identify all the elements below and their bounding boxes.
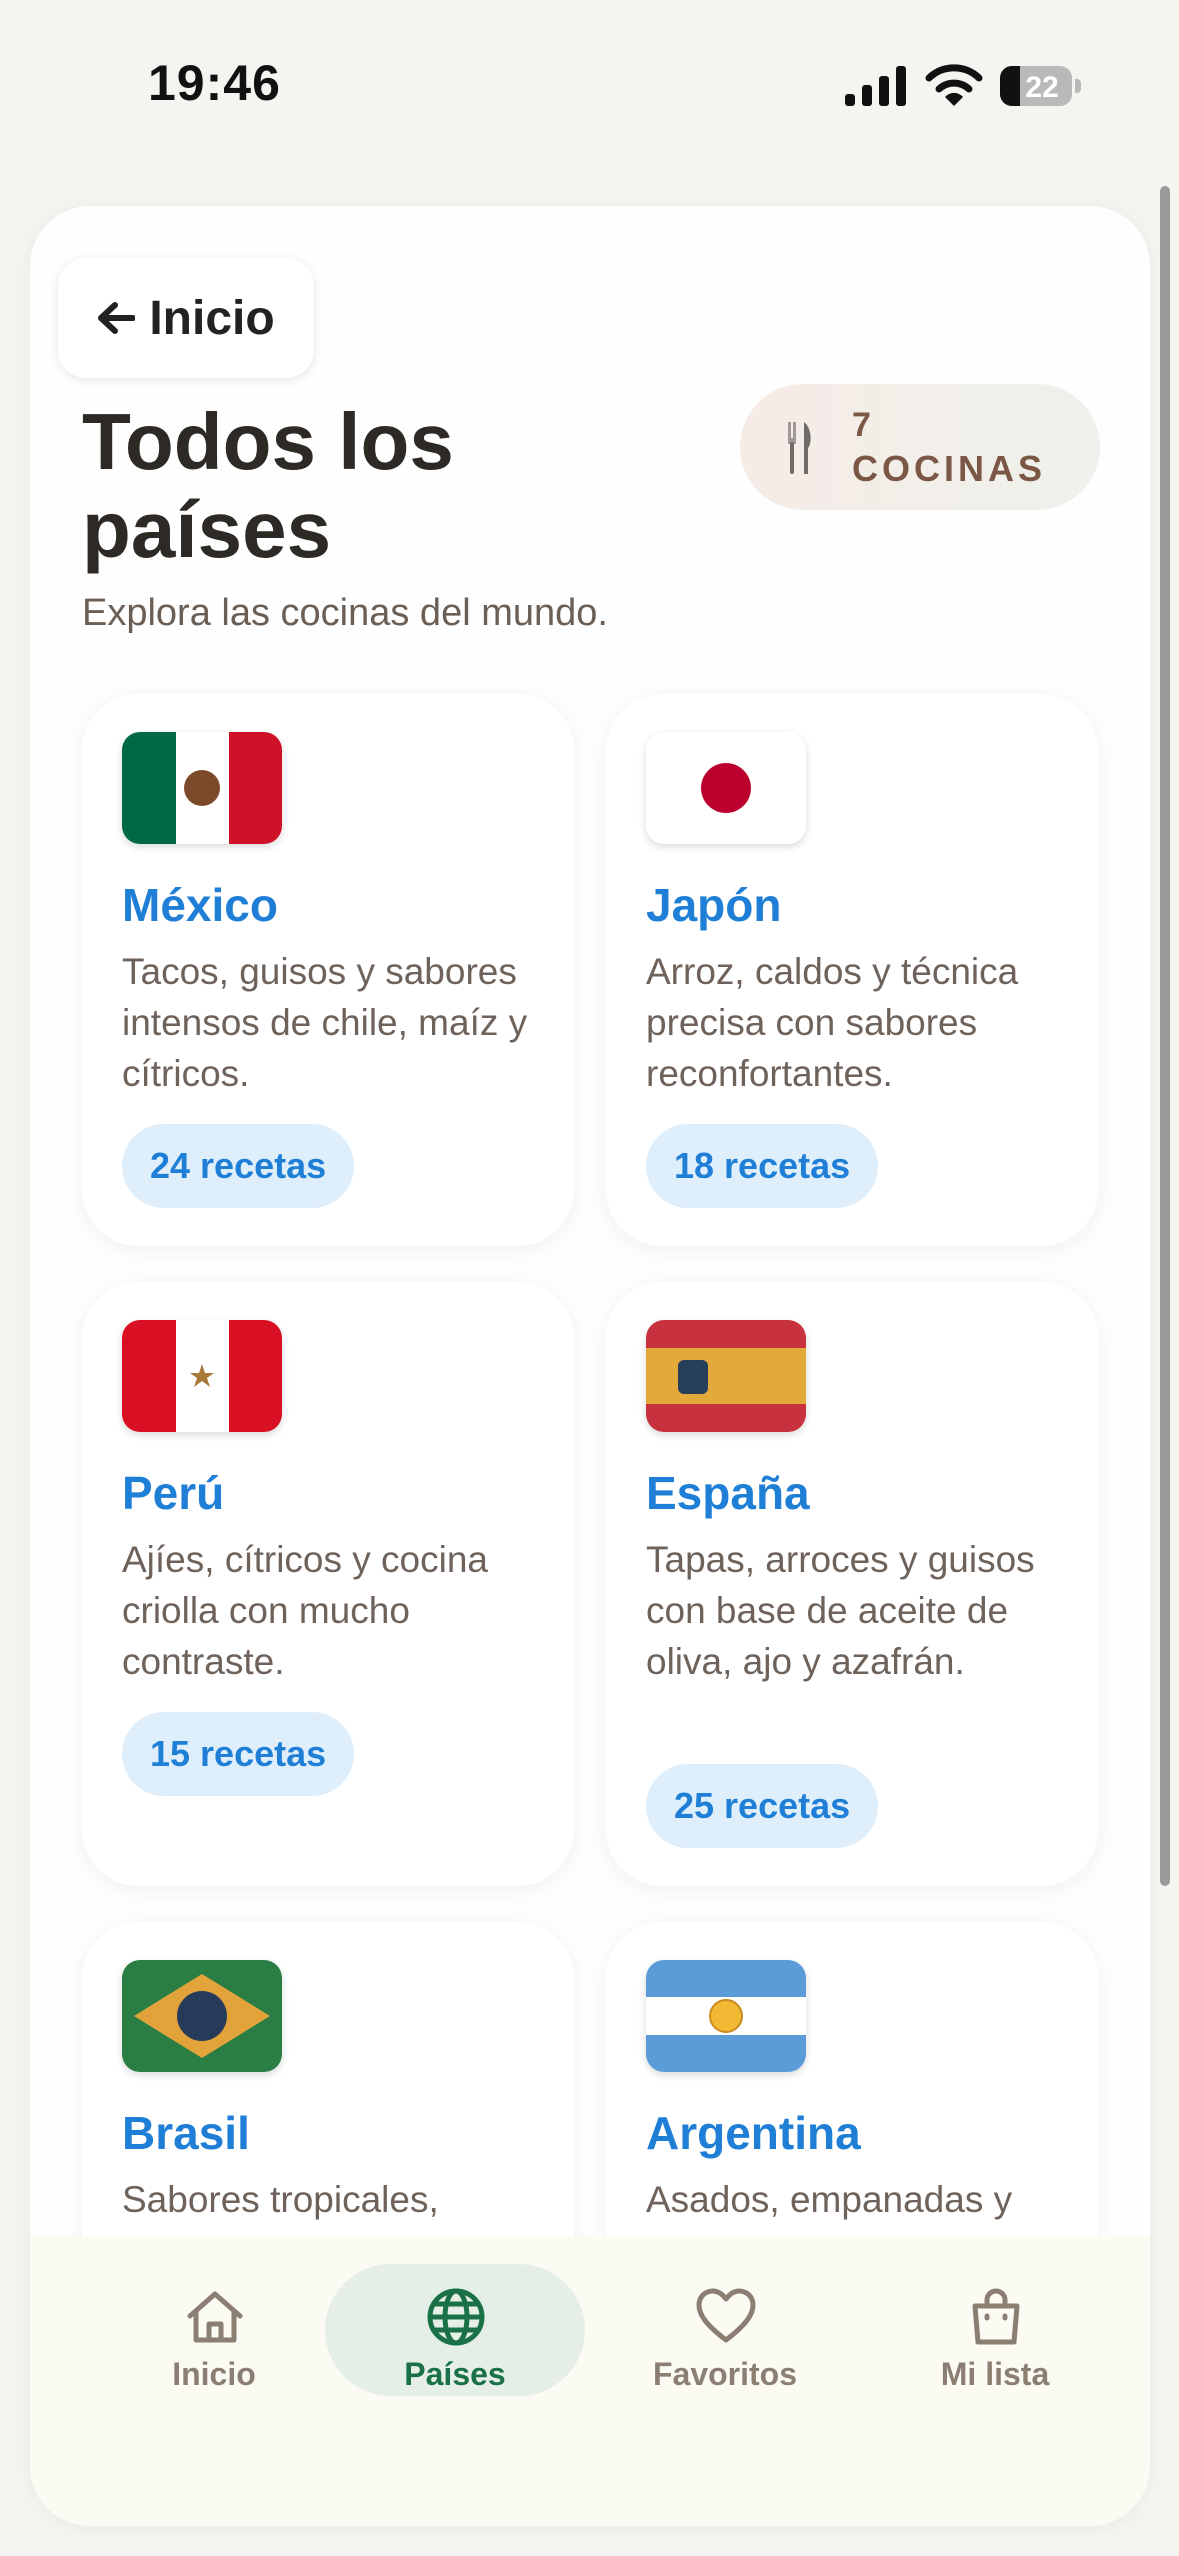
heart-icon xyxy=(696,2288,756,2343)
tab-bar: Inicio Países Favoritos Mi lista xyxy=(30,2236,1150,2526)
globe-icon xyxy=(427,2288,485,2346)
tab-inicio[interactable]: Inicio xyxy=(84,2264,344,2396)
tab-label: Mi lista xyxy=(940,2356,1050,2392)
country-name: México xyxy=(122,879,278,931)
battery-icon: 22 xyxy=(1000,66,1082,106)
tab-label: Favoritos xyxy=(652,2356,798,2392)
country-description: Asados, empanadas y xyxy=(646,2179,1013,2220)
fork-knife-icon xyxy=(788,422,811,474)
tab-label: Países xyxy=(404,2356,506,2392)
home-icon xyxy=(187,2291,243,2343)
country-description: Sabores tropicales, xyxy=(122,2179,439,2220)
country-description: Arroz, caldos y técnica precisa con sabo… xyxy=(646,951,1019,1094)
battery-level: 22 xyxy=(1025,71,1059,104)
country-name: Brasil xyxy=(122,2107,250,2159)
page-subtitle: Explora las cocinas del mundo. xyxy=(82,592,608,634)
recipe-count-badge: 18 recetas xyxy=(646,1124,879,1208)
cuisine-count-badge: 7 COCINAS xyxy=(740,384,1100,510)
tab-mi-lista[interactable]: Mi lista xyxy=(865,2264,1125,2396)
spain-flag xyxy=(646,1320,806,1432)
country-name: Japón xyxy=(646,879,782,931)
argentina-flag xyxy=(646,1960,806,2072)
japan-flag xyxy=(646,732,806,844)
tab-paises[interactable]: Países xyxy=(325,2264,585,2396)
page-title: Todos los países xyxy=(82,397,454,574)
signal-icon xyxy=(845,66,906,106)
country-card-japon[interactable]: Japón Arroz, caldos y técnica precisa co… xyxy=(606,694,1098,1246)
countries-sheet: Inicio Todos los países Explora las coci… xyxy=(30,206,1150,2526)
country-card-mexico[interactable]: México Tacos, guisos y sabores intensos … xyxy=(82,694,574,1246)
cuisine-count-number: 7 xyxy=(852,406,873,444)
mexico-flag xyxy=(122,732,282,844)
country-name: España xyxy=(646,1467,810,1519)
country-description: Tacos, guisos y sabores intensos de chil… xyxy=(122,951,528,1094)
brazil-flag xyxy=(122,1960,282,2072)
country-description: Tapas, arroces y guisos con base de acei… xyxy=(646,1539,1035,1682)
country-description: Ajíes, cítricos y cocina criolla con muc… xyxy=(122,1539,489,1682)
country-name: Perú xyxy=(122,1467,225,1519)
tab-favoritos[interactable]: Favoritos xyxy=(595,2264,855,2396)
tab-label: Inicio xyxy=(172,2356,256,2392)
shopping-bag-icon xyxy=(972,2288,1020,2345)
status-bar: 19:46 22 xyxy=(0,0,1179,170)
back-button[interactable]: Inicio xyxy=(58,258,314,378)
country-name: Argentina xyxy=(646,2107,861,2159)
country-card-espana[interactable]: España Tapas, arroces y guisos con base … xyxy=(606,1282,1098,1886)
recipe-count-badge: 15 recetas xyxy=(122,1712,355,1796)
back-button-label: Inicio xyxy=(149,291,275,345)
wifi-icon xyxy=(925,64,983,106)
recipe-count-badge: 24 recetas xyxy=(122,1124,355,1208)
arrow-left-icon xyxy=(98,302,136,334)
peru-flag xyxy=(122,1320,282,1432)
recipe-count-badge: 25 recetas xyxy=(646,1764,879,1848)
cuisine-count-label: COCINAS xyxy=(852,448,1047,489)
country-card-peru[interactable]: Perú Ajíes, cítricos y cocina criolla co… xyxy=(82,1282,574,1886)
status-time: 19:46 xyxy=(148,55,281,111)
scrollbar[interactable] xyxy=(1160,186,1170,1886)
